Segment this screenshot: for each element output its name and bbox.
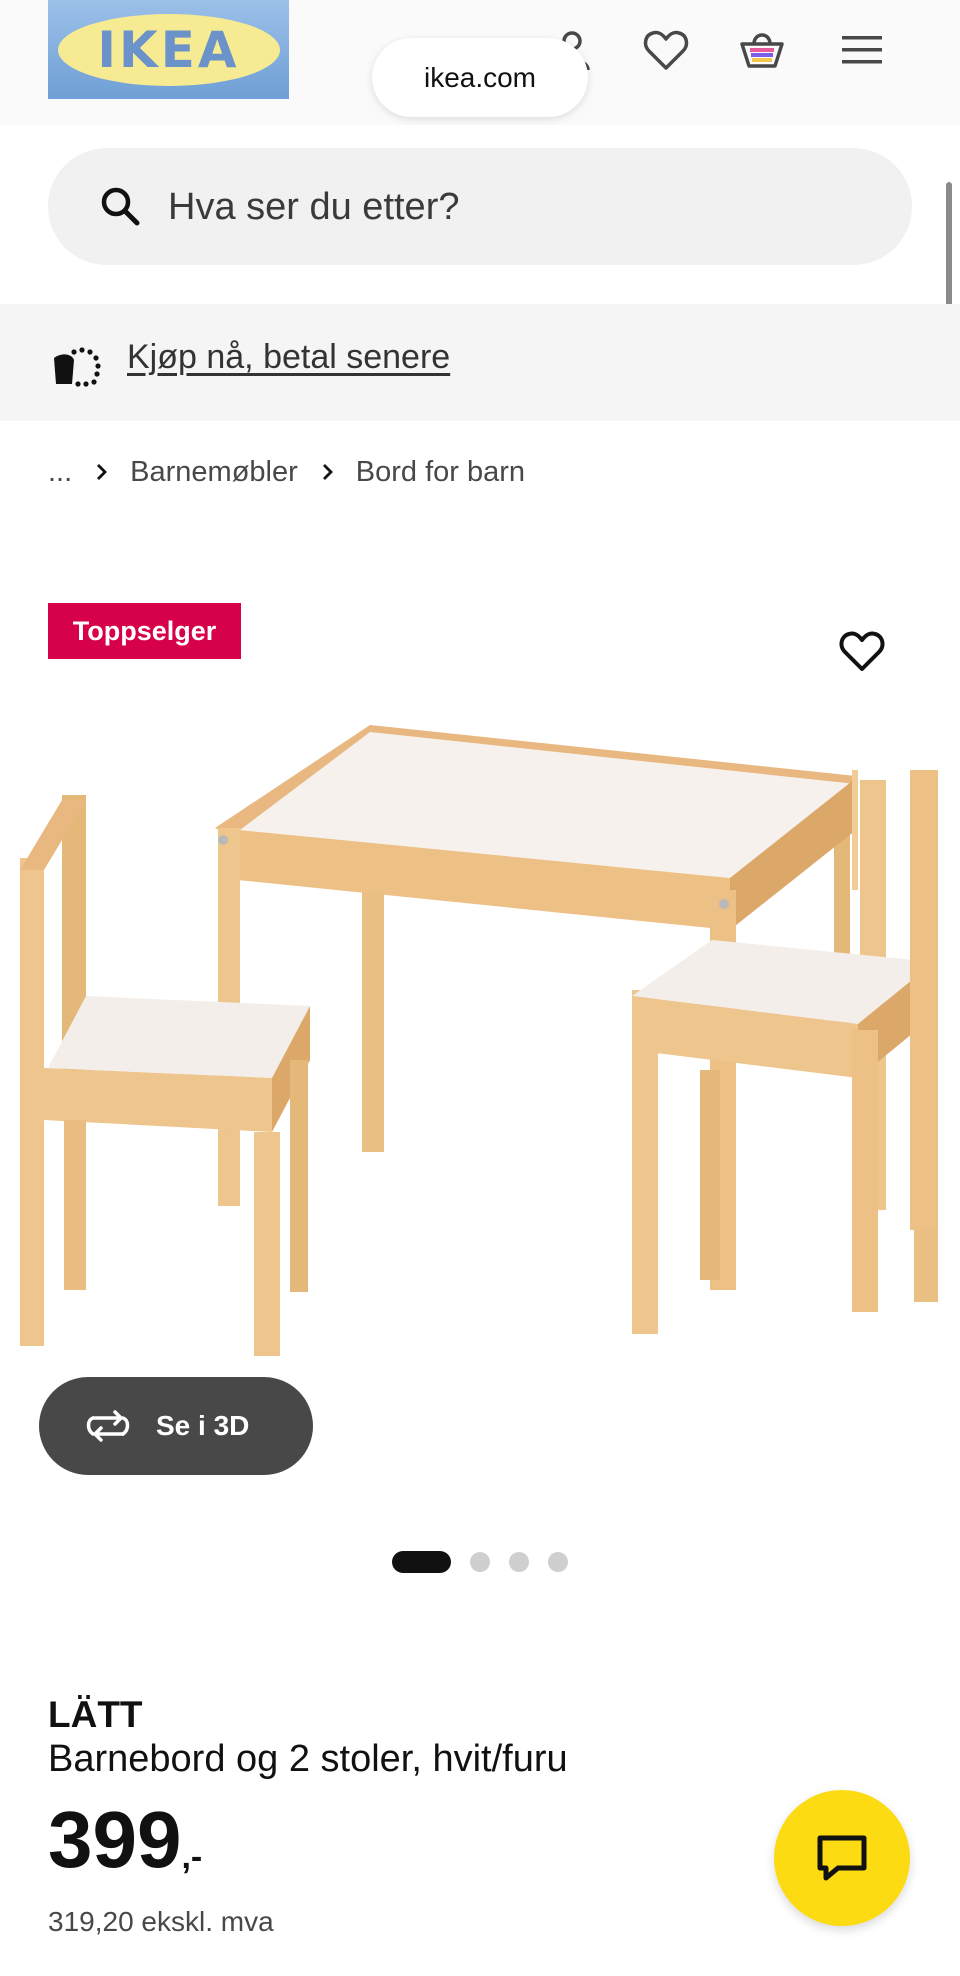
- carousel-dot[interactable]: [548, 1552, 568, 1572]
- product-image: [20, 725, 938, 1356]
- product-price: 399 ,-: [48, 1800, 202, 1880]
- carousel-dot[interactable]: [509, 1552, 529, 1572]
- carousel-dot[interactable]: [470, 1552, 490, 1572]
- breadcrumb-item-barnemobler[interactable]: Barnemøbler: [130, 456, 298, 489]
- payment-icon: [54, 347, 101, 387]
- breadcrumb: ... Barnemøbler Bord for barn: [48, 452, 525, 492]
- chevron-right-icon: [97, 464, 108, 480]
- view-3d-label: Se i 3D: [156, 1410, 250, 1441]
- basket-icon[interactable]: [738, 26, 786, 74]
- price-suffix: ,-: [181, 1838, 203, 1876]
- price-excl-vat: 319,20 ekskl. mva: [48, 1906, 274, 1937]
- price-value: 399: [48, 1795, 182, 1884]
- status-badge: Toppselger: [48, 603, 241, 659]
- product-name: LÄTT: [48, 1694, 143, 1735]
- product-description: Barnebord og 2 stoler, hvit/furu: [48, 1738, 568, 1780]
- logo-text: IKEA: [97, 20, 240, 79]
- carousel-indicator: [392, 1551, 568, 1573]
- search-bar[interactable]: [48, 148, 912, 267]
- ikea-logo[interactable]: IKEA: [48, 0, 289, 99]
- search-icon: [101, 187, 140, 226]
- chevron-right-icon: [322, 464, 333, 480]
- rotate-3d-icon: [86, 1410, 130, 1442]
- pay-later-link[interactable]: Kjøp nå, betal senere: [127, 338, 450, 377]
- view-3d-button[interactable]: Se i 3D: [39, 1377, 313, 1475]
- breadcrumb-ellipsis[interactable]: ...: [48, 456, 72, 489]
- heart-icon[interactable]: [642, 26, 690, 74]
- logo-oval: IKEA: [57, 13, 280, 86]
- header: IKEA ikea.com: [0, 0, 960, 125]
- carousel-dot[interactable]: [392, 1551, 451, 1573]
- menu-icon[interactable]: [838, 26, 886, 74]
- favourite-heart-icon[interactable]: [838, 627, 886, 675]
- chat-icon: [817, 1835, 867, 1881]
- breadcrumb-item-bord-for-barn[interactable]: Bord for barn: [356, 456, 525, 489]
- promo-banner: Kjøp nå, betal senere: [0, 304, 960, 421]
- search-input[interactable]: [166, 148, 870, 267]
- chat-button[interactable]: [774, 1790, 910, 1926]
- url-tooltip: ikea.com: [372, 38, 588, 117]
